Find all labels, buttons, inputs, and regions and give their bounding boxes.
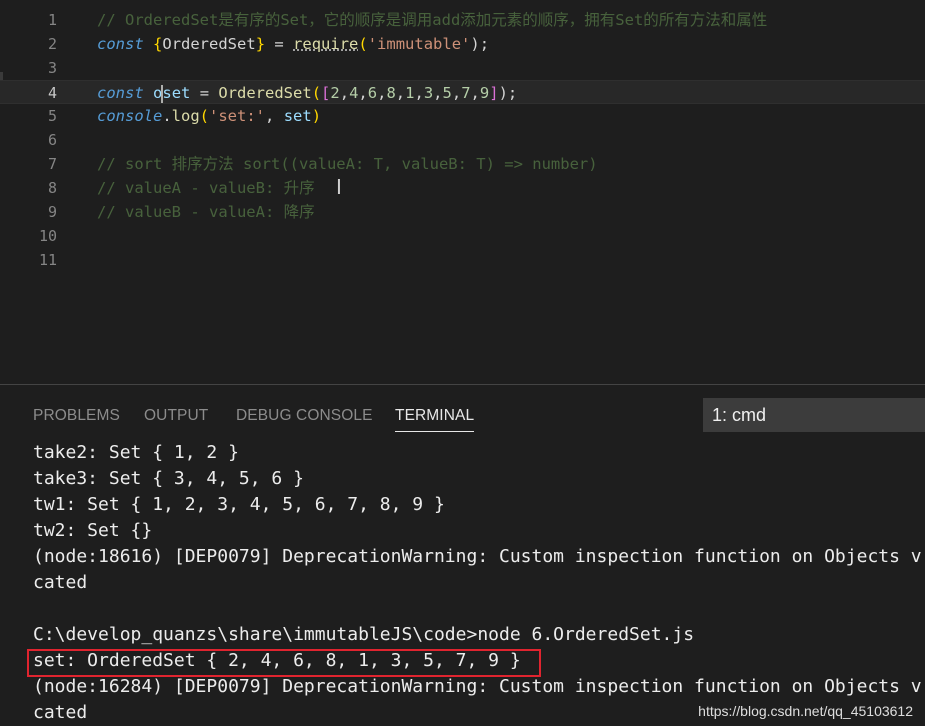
code-line-5[interactable]: 5 console.log('set:', set) [0, 104, 925, 128]
code-text: console.log('set:', set) [97, 107, 322, 125]
watermark: https://blog.csdn.net/qq_45103612 [698, 703, 913, 719]
highlight-box [27, 649, 541, 677]
terminal-command-line: C:\develop_quanzs\share\immutableJS\code… [33, 624, 695, 645]
tab-output[interactable]: OUTPUT [144, 407, 208, 425]
terminal-line: cated [33, 702, 88, 723]
ibeam-cursor-icon: I [336, 175, 342, 199]
code-line-4-current[interactable]: 4 const oset = OrderedSet([2,4,6,8,1,3,5… [0, 80, 925, 104]
panel-tabs: PROBLEMS OUTPUT DEBUG CONSOLE TERMINAL 1… [0, 385, 925, 441]
code-line-1[interactable]: 1 // OrderedSet是有序的Set，它的顺序是调用add添加元素的顺序… [0, 8, 925, 32]
line-number: 11 [38, 251, 57, 269]
code-line-7[interactable]: 7 // sort 排序方法 sort((valueA: T, valueB: … [0, 152, 925, 176]
terminal-line: (node:16284) [DEP0079] DeprecationWarnin… [33, 676, 922, 697]
code-text: const {OrderedSet} = require('immutable'… [97, 35, 490, 53]
line-number: 2 [47, 35, 57, 53]
line-number: 4 [47, 84, 57, 102]
comment: // valueA - valueB: 升序 [97, 179, 315, 197]
line-number: 9 [47, 203, 57, 221]
terminal-line: cated [33, 572, 88, 593]
code-line-9[interactable]: 9 // valueB - valueA: 降序 [0, 200, 925, 224]
terminal-line: take2: Set { 1, 2 } [33, 442, 239, 463]
terminal-line: (node:18616) [DEP0079] DeprecationWarnin… [33, 546, 922, 567]
terminal-line: tw2: Set {} [33, 520, 153, 541]
code-line-8[interactable]: 8 // valueA - valueB: 升序 [0, 176, 925, 200]
code-line-2[interactable]: 2 const {OrderedSet} = require('immutabl… [0, 32, 925, 56]
tab-problems[interactable]: PROBLEMS [33, 407, 120, 425]
code-editor[interactable]: 1 // OrderedSet是有序的Set，它的顺序是调用add添加元素的顺序… [0, 0, 925, 384]
code-line-6[interactable]: 6 [0, 128, 925, 152]
tab-debug-console[interactable]: DEBUG CONSOLE [236, 407, 373, 425]
comment: // valueB - valueA: 降序 [97, 203, 315, 221]
line-number: 8 [47, 179, 57, 197]
code-line-3[interactable]: 3 [0, 56, 925, 80]
code-text: const oset = OrderedSet([2,4,6,8,1,3,5,7… [97, 84, 518, 103]
terminal-line: tw1: Set { 1, 2, 3, 4, 5, 6, 7, 8, 9 } [33, 494, 445, 515]
comment: // sort 排序方法 sort((valueA: T, valueB: T)… [97, 155, 598, 173]
terminal-line: take3: Set { 3, 4, 5, 6 } [33, 468, 304, 489]
line-number: 3 [47, 59, 57, 77]
line-number: 10 [38, 227, 57, 245]
line-number: 5 [47, 107, 57, 125]
code-line-11[interactable]: 11 [0, 248, 925, 272]
terminal-select[interactable]: 1: cmd [703, 398, 925, 432]
line-number: 6 [47, 131, 57, 149]
comment: // OrderedSet是有序的Set，它的顺序是调用add添加元素的顺序，拥… [97, 11, 768, 29]
code-line-10[interactable]: 10 [0, 224, 925, 248]
line-number: 7 [47, 155, 57, 173]
line-number: 1 [47, 11, 57, 29]
tab-terminal[interactable]: TERMINAL [395, 407, 475, 432]
